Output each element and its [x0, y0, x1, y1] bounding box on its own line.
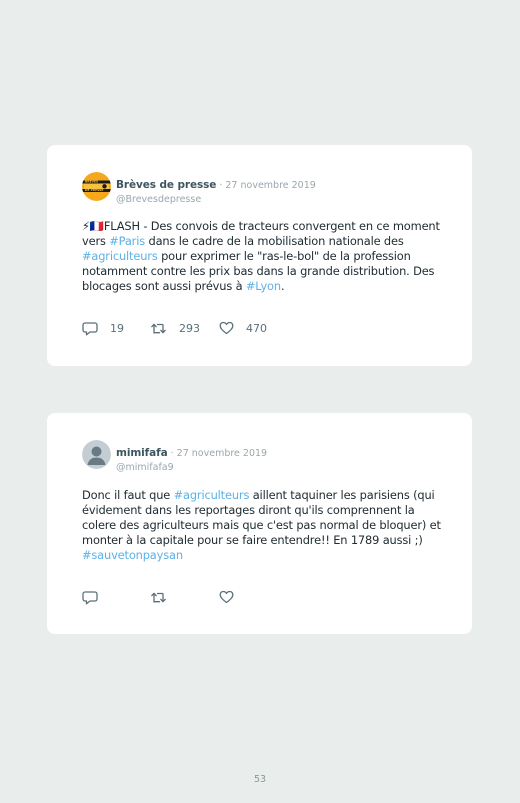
reply-count: 19: [110, 322, 124, 335]
page-number: 53: [253, 774, 267, 785]
hashtag-sauvetonpaysan[interactable]: #sauvetonpaysan: [82, 548, 183, 562]
avatar[interactable]: [82, 440, 111, 469]
reply-button[interactable]: [82, 590, 110, 605]
tweet-date[interactable]: 27 novembre 2019: [177, 448, 267, 459]
hashtag-agriculteurs[interactable]: #agriculteurs: [174, 488, 250, 502]
tweet-card: mimifafa · 27 novembre 2019 @mimifafa9 D…: [47, 413, 472, 634]
heart-icon: [219, 321, 234, 335]
tweet-text: ⚡🇫🇷FLASH - Des convois de tracteurs conv…: [82, 219, 442, 294]
separator: ·: [167, 448, 177, 459]
reply-icon: [82, 591, 98, 605]
retweet-icon: [151, 323, 166, 334]
text-segment: Donc il faut que: [82, 488, 174, 502]
author-handle[interactable]: @Brevesdepresse: [116, 194, 316, 205]
author-name[interactable]: Brèves de presse: [116, 179, 216, 191]
default-avatar-icon: [82, 440, 111, 469]
breves-logo-icon: BRÈVES DE PRESSE: [82, 172, 111, 201]
tweet-date[interactable]: 27 novembre 2019: [225, 180, 315, 191]
hashtag-lyon[interactable]: #Lyon: [246, 279, 281, 293]
text-segment: .: [280, 279, 285, 293]
retweet-count: 293: [179, 322, 200, 335]
svg-text:BRÈVES: BRÈVES: [85, 179, 98, 184]
hashtag-agriculteurs[interactable]: #agriculteurs: [82, 249, 158, 263]
retweet-button[interactable]: 293: [150, 321, 200, 336]
reply-button[interactable]: 19: [82, 321, 124, 336]
author-handle[interactable]: @mimifafa9: [116, 462, 267, 473]
heart-icon: [219, 590, 234, 604]
retweet-icon: [151, 592, 166, 603]
like-count: 470: [246, 321, 267, 335]
text-segment: dans le cadre de la mobilisation nationa…: [145, 234, 404, 248]
avatar[interactable]: BRÈVES DE PRESSE: [82, 172, 111, 201]
reply-icon: [82, 322, 98, 336]
retweet-button[interactable]: [150, 590, 179, 605]
author-name[interactable]: mimifafa: [116, 447, 168, 459]
hashtag-paris[interactable]: #Paris: [109, 234, 145, 248]
svg-text:DE PRESSE: DE PRESSE: [85, 188, 103, 192]
tweet-card: BRÈVES DE PRESSE Brèves de presse · 27 n…: [47, 145, 472, 366]
like-button[interactable]: [219, 590, 246, 604]
flash-emoji: ⚡🇫🇷: [82, 219, 104, 233]
tweet-text: Donc il faut que #agriculteurs aillent t…: [82, 488, 442, 563]
like-button[interactable]: 470: [219, 321, 267, 335]
